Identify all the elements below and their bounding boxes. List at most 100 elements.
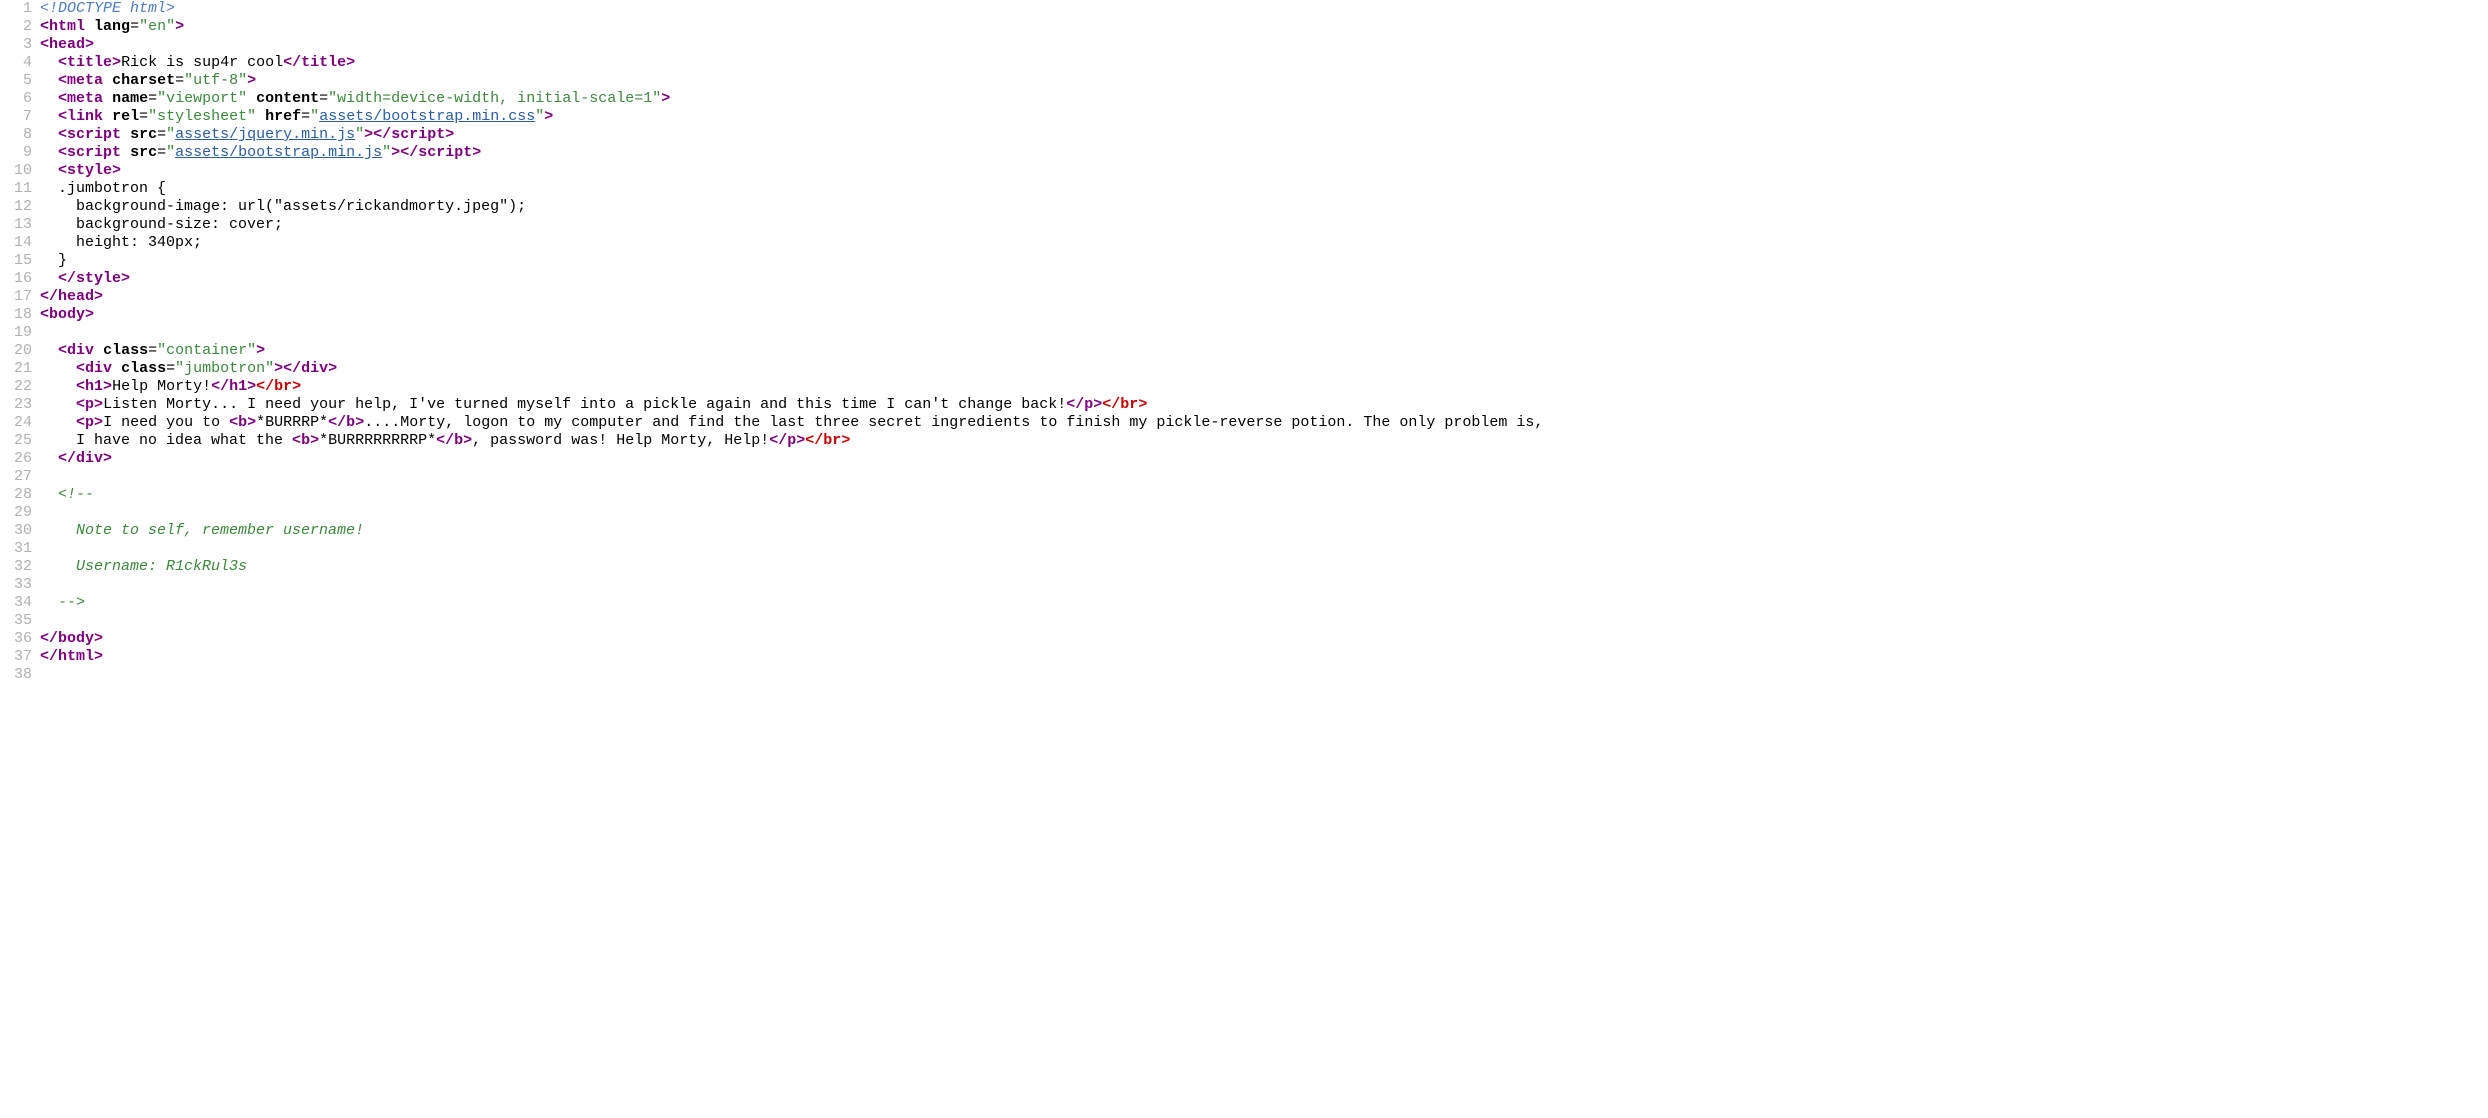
token-tag-name: p (1084, 396, 1093, 413)
code-line[interactable]: --> (40, 594, 2488, 612)
token-tag-bracket: > (796, 432, 805, 449)
code-line[interactable]: <html lang="en"> (40, 18, 2488, 36)
line-number: 9 (0, 144, 32, 162)
token-plain (40, 360, 76, 377)
token-attr-name: name (112, 90, 148, 107)
token-tag-bracket: < (40, 306, 49, 323)
line-number: 5 (0, 72, 32, 90)
code-line[interactable]: } (40, 252, 2488, 270)
code-line[interactable]: </style> (40, 270, 2488, 288)
code-line[interactable]: </body> (40, 630, 2488, 648)
code-line[interactable]: <div class="container"> (40, 342, 2488, 360)
token-plain: ....Morty, logon to my computer and find… (364, 414, 1543, 431)
token-plain (103, 72, 112, 89)
code-line[interactable] (40, 504, 2488, 522)
code-line[interactable]: <p>I need you to <b>*BURRRP*</b>....Mort… (40, 414, 2488, 432)
token-tag-bracket: > (103, 378, 112, 395)
token-tag-name: div (76, 450, 103, 467)
line-number: 28 (0, 486, 32, 504)
token-attr-val-link: assets/bootstrap.min.css (319, 108, 535, 125)
token-tag-name: div (301, 360, 328, 377)
token-err-tag: > (292, 378, 301, 395)
token-tag-bracket: </ (400, 144, 418, 161)
token-plain: I have no idea what the (40, 432, 292, 449)
token-tag-bracket: </ (769, 432, 787, 449)
line-number: 17 (0, 288, 32, 306)
token-tag-bracket: </ (1066, 396, 1084, 413)
code-line[interactable]: Note to self, remember username! (40, 522, 2488, 540)
token-attr-name: src (130, 126, 157, 143)
code-line[interactable]: <meta charset="utf-8"> (40, 72, 2488, 90)
token-tag-name: div (67, 342, 94, 359)
code-line[interactable]: </div> (40, 450, 2488, 468)
token-plain (40, 108, 58, 125)
token-attr-val-link: assets/bootstrap.min.js (175, 144, 382, 161)
token-plain (40, 126, 58, 143)
code-line[interactable] (40, 540, 2488, 558)
token-attr-eq: = (148, 90, 157, 107)
token-tag-bracket: > (1093, 396, 1102, 413)
code-line[interactable]: <title>Rick is sup4r cool</title> (40, 54, 2488, 72)
code-editor[interactable]: 1234567891011121314151617181920212223242… (0, 0, 2488, 684)
token-tag-bracket: > (310, 432, 319, 449)
line-number: 20 (0, 342, 32, 360)
code-line[interactable]: < p> Listen Morty... I need your help, I'v… (40, 396, 2488, 414)
code-line[interactable]: <h1>Help Morty!</h1></br> (40, 378, 2488, 396)
token-tag-bracket: < (58, 108, 67, 125)
code-line[interactable]: <body> (40, 306, 2488, 324)
code-line[interactable]: background-image: url("assets/rickandmor… (40, 198, 2488, 216)
code-line[interactable]: background-size: cover; (40, 216, 2488, 234)
code-line[interactable]: <div class="jumbotron"></div> (40, 360, 2488, 378)
code-line[interactable]: <style> (40, 162, 2488, 180)
code-line[interactable]: <!DOCTYPE html> (40, 0, 2488, 18)
code-line[interactable]: <script src="assets/jquery.min.js"></scr… (40, 126, 2488, 144)
code-line[interactable]: .jumbotron { (40, 180, 2488, 198)
code-line[interactable] (40, 666, 2488, 684)
token-tag-bracket: > (247, 414, 256, 431)
code-line[interactable]: <meta name="viewport" content="width=dev… (40, 90, 2488, 108)
line-number: 32 (0, 558, 32, 576)
token-tag-bracket: < (58, 54, 67, 71)
code-line[interactable]: height: 340px; (40, 234, 2488, 252)
code-line[interactable] (40, 468, 2488, 486)
token-plain: Listen Morty... I need your help, I've t… (103, 396, 1066, 413)
line-number: 1 (0, 0, 32, 18)
code-line[interactable] (40, 324, 2488, 342)
line-number: 2 (0, 18, 32, 36)
token-tag-bracket: < (58, 144, 67, 161)
token-tag-bracket: </ (436, 432, 454, 449)
token-tag-bracket: > (274, 360, 283, 377)
token-tag-bracket: < (76, 396, 85, 413)
token-tag-bracket: > (355, 414, 364, 431)
code-line[interactable]: </head> (40, 288, 2488, 306)
code-line[interactable]: <!-- (40, 486, 2488, 504)
token-tag-bracket: > (661, 90, 670, 107)
token-tag-bracket: > (112, 162, 121, 179)
line-number: 27 (0, 468, 32, 486)
token-tag-bracket: > (544, 108, 553, 125)
token-plain (121, 144, 130, 161)
token-plain: Help Morty! (112, 378, 211, 395)
token-attr-val: "en" (139, 18, 175, 35)
code-line[interactable] (40, 612, 2488, 630)
code-line[interactable]: </html> (40, 648, 2488, 666)
code-line[interactable]: <script src="assets/bootstrap.min.js"></… (40, 144, 2488, 162)
token-attr-name: src (130, 144, 157, 161)
token-tag-bracket: > (391, 144, 400, 161)
code-line[interactable] (40, 576, 2488, 594)
line-number: 31 (0, 540, 32, 558)
token-tag-bracket: </ (328, 414, 346, 431)
token-tag-bracket: < (40, 18, 49, 35)
token-plain (40, 378, 76, 395)
token-plain (103, 90, 112, 107)
token-tag-bracket: > (364, 126, 373, 143)
code-line[interactable]: <link rel="stylesheet" href="assets/boot… (40, 108, 2488, 126)
token-plain: Rick is sup4r cool (121, 54, 283, 71)
code-area[interactable]: <!DOCTYPE html><html lang="en"><head> <t… (40, 0, 2488, 684)
token-tag-bracket: < (58, 90, 67, 107)
code-line[interactable]: Username: R1ckRul3s (40, 558, 2488, 576)
code-line[interactable]: I have no idea what the <b>*BURRRRRRRRP*… (40, 432, 2488, 450)
code-line[interactable]: <head> (40, 36, 2488, 54)
token-plain (40, 72, 58, 89)
line-number: 16 (0, 270, 32, 288)
